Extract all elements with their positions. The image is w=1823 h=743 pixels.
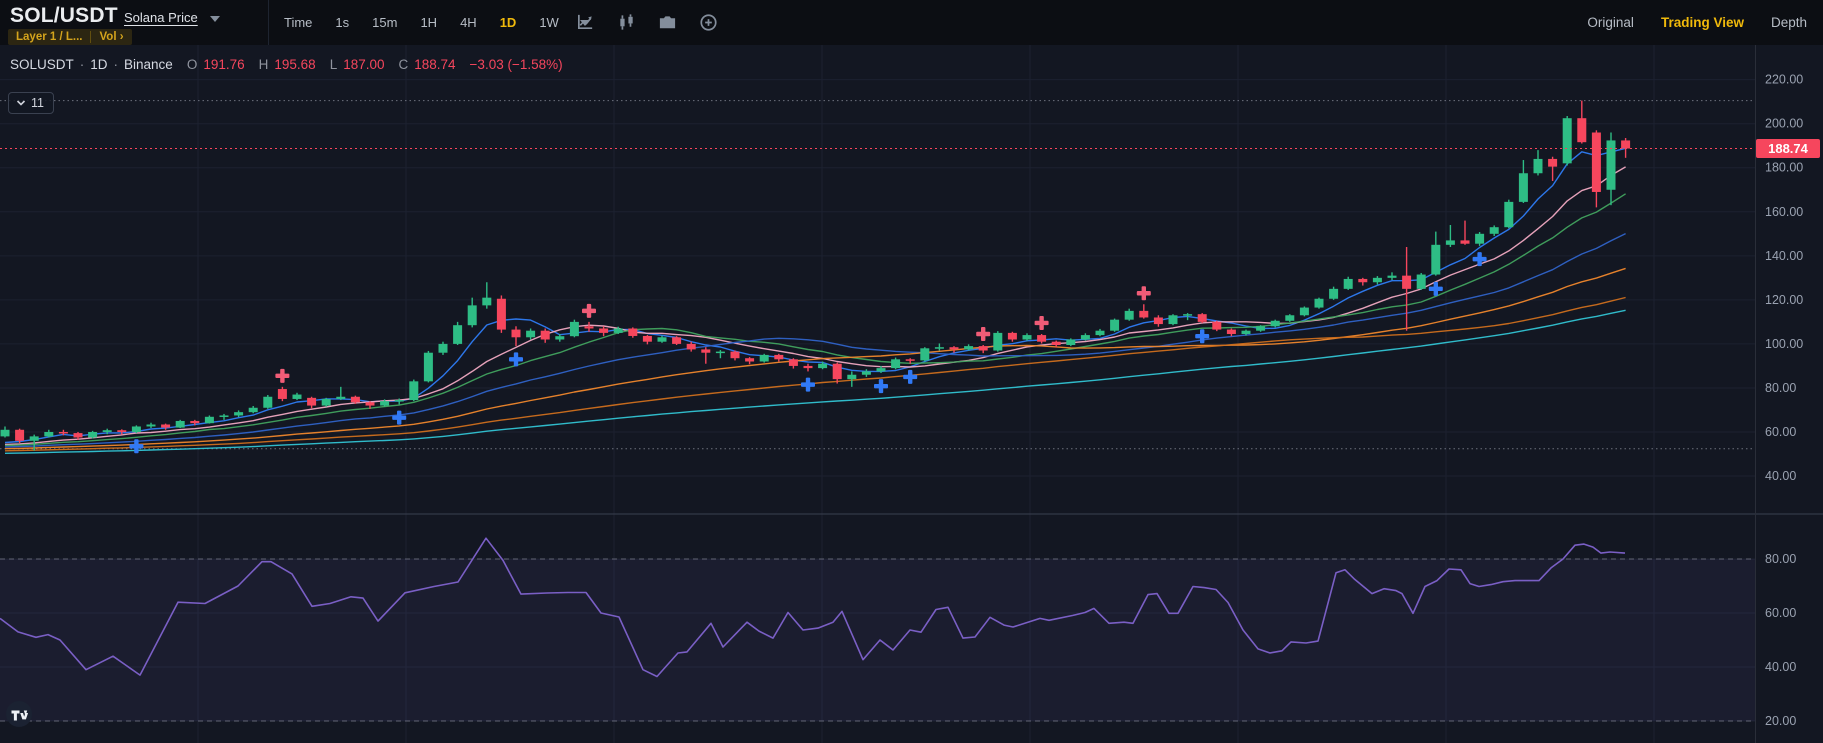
camera-icon[interactable] [658,13,677,32]
price-axis-label: 140.00 [1765,249,1803,263]
chart-tool-icons [576,0,718,45]
price-axis-label: 200.00 [1765,117,1803,131]
price-axis-label: 220.00 [1765,73,1803,87]
indicator-axis-label: 80.00 [1765,552,1796,566]
symbol-dropdown-caret-icon[interactable] [210,16,220,22]
chart-canvas[interactable]: 220.00 200.00 180.00 160.00 140.00 120.00 100.… [0,0,1823,743]
top-toolbar: SOL/USDT Solana Price Layer 1 / L...Vol … [0,0,1823,45]
symbol-tag-0[interactable]: Layer 1 / L... [8,29,90,45]
indicator-axis-label: 40.00 [1765,660,1796,674]
price-axis-label: 120.00 [1765,293,1803,307]
high-value: 195.68 [274,57,315,72]
interval-1W[interactable]: 1W [539,15,559,30]
indicators-count: 11 [31,96,44,110]
view-tab-depth[interactable]: Depth [1771,15,1807,30]
low-value: 187.00 [343,57,384,72]
close-label: C [399,57,409,72]
price-axis-label: 160.00 [1765,205,1803,219]
view-tab-original[interactable]: Original [1587,15,1634,30]
interval-Time[interactable]: Time [284,15,312,30]
candlestick-chart-icon[interactable] [617,13,636,32]
symbol-info-link[interactable]: Solana Price [124,10,198,25]
legend-separator: · [114,57,119,72]
view-mode-tabs: Original Trading View Depth [1587,0,1807,45]
symbol-tags: Layer 1 / L...Vol › [8,29,132,45]
change-value: −3.03 (−1.58%) [470,57,563,72]
interval-1H[interactable]: 1H [420,15,437,30]
legend-separator: · [80,57,85,72]
interval-15m[interactable]: 15m [372,15,397,30]
legend-exchange: Binance [124,57,173,72]
plus-circle-icon[interactable] [699,13,718,32]
legend-interval: 1D [90,57,107,72]
low-label: L [330,57,338,72]
toolbar-divider [268,0,269,45]
symbol-title: SOL/USDT [10,4,118,28]
line-chart-icon[interactable] [576,13,595,32]
interval-selector: Time 1s 15m 1H 4H 1D 1W [284,0,590,45]
interval-4H[interactable]: 4H [460,15,477,30]
trading-chart-app: 220.00 200.00 180.00 160.00 140.00 120.00 100.… [0,0,1823,743]
indicators-collapse-button[interactable]: 11 [8,92,54,114]
close-value: 188.74 [414,57,455,72]
high-label: H [259,57,269,72]
indicator-axis-label: 20.00 [1765,714,1796,728]
view-tab-trading-view[interactable]: Trading View [1661,15,1744,30]
tradingview-logo[interactable] [5,700,33,728]
indicator-axis-label: 60.00 [1765,606,1796,620]
price-axis-label: 80.00 [1765,381,1796,395]
price-axis-label: 180.00 [1765,161,1803,175]
price-axis-label: 100.00 [1765,337,1803,351]
price-axis-label: 40.00 [1765,469,1796,483]
open-label: O [187,57,198,72]
chevron-down-icon [16,98,26,108]
price-axis-label: 60.00 [1765,425,1796,439]
interval-1s[interactable]: 1s [335,15,349,30]
legend-symbol: SOLUSDT [10,57,74,72]
symbol-tag-1[interactable]: Vol › [91,29,131,45]
ohlc-legend: SOLUSDT · 1D · Binance O 191.76 H 195.68 L… [10,57,563,72]
interval-1D[interactable]: 1D [500,15,517,30]
open-value: 191.76 [203,57,244,72]
last-price-value: 188.74 [1768,141,1809,156]
